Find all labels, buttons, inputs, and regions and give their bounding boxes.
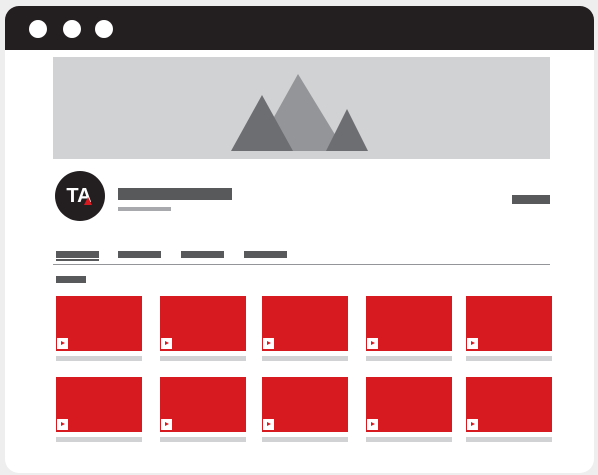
- video-thumbnail[interactable]: [160, 296, 246, 351]
- video-title-placeholder: [56, 437, 142, 442]
- video-title-placeholder: [466, 356, 552, 361]
- tab-playlists[interactable]: [181, 251, 224, 258]
- tab-divider: [53, 264, 550, 265]
- play-icon: [57, 419, 68, 430]
- play-icon: [263, 419, 274, 430]
- tab-videos[interactable]: [118, 251, 161, 258]
- play-icon: [161, 419, 172, 430]
- tab-about[interactable]: [244, 251, 287, 258]
- video-thumbnail[interactable]: [366, 296, 452, 351]
- tab-home[interactable]: [56, 251, 99, 261]
- video-thumbnail[interactable]: [466, 296, 552, 351]
- video-title-placeholder: [160, 356, 246, 361]
- video-title-placeholder: [56, 356, 142, 361]
- video-card[interactable]: [466, 296, 552, 366]
- play-icon: [467, 419, 478, 430]
- browser-window: TA: [5, 6, 594, 473]
- video-thumbnail[interactable]: [262, 377, 348, 432]
- play-icon: [367, 338, 378, 349]
- play-icon: [57, 338, 68, 349]
- window-control-dot[interactable]: [29, 20, 47, 38]
- section-title-placeholder: [56, 276, 86, 283]
- video-title-placeholder: [366, 356, 452, 361]
- video-title-placeholder: [160, 437, 246, 442]
- channel-banner: [53, 57, 550, 159]
- play-icon: [367, 419, 378, 430]
- window-control-dot[interactable]: [95, 20, 113, 38]
- video-card[interactable]: [160, 296, 246, 366]
- video-card[interactable]: [160, 377, 246, 447]
- video-card[interactable]: [56, 296, 142, 366]
- video-card[interactable]: [56, 377, 142, 447]
- video-card[interactable]: [262, 377, 348, 447]
- video-title-placeholder: [366, 437, 452, 442]
- window-control-dot[interactable]: [63, 20, 81, 38]
- video-title-placeholder: [262, 356, 348, 361]
- channel-avatar[interactable]: TA: [55, 171, 105, 221]
- video-card[interactable]: [262, 296, 348, 366]
- subscribe-button[interactable]: [512, 195, 550, 204]
- video-title-placeholder: [262, 437, 348, 442]
- channel-logo: TA: [66, 185, 92, 207]
- video-thumbnail[interactable]: [466, 377, 552, 432]
- video-card[interactable]: [366, 296, 452, 366]
- video-card[interactable]: [366, 377, 452, 447]
- play-icon: [467, 338, 478, 349]
- play-icon: [263, 338, 274, 349]
- video-thumbnail[interactable]: [160, 377, 246, 432]
- mountain-icon: [231, 74, 368, 151]
- title-bar: [5, 6, 594, 50]
- video-card[interactable]: [466, 377, 552, 447]
- video-thumbnail[interactable]: [262, 296, 348, 351]
- video-thumbnail[interactable]: [56, 296, 142, 351]
- video-title-placeholder: [466, 437, 552, 442]
- subscriber-count-placeholder: [118, 207, 171, 211]
- play-icon: [161, 338, 172, 349]
- video-thumbnail[interactable]: [56, 377, 142, 432]
- video-thumbnail[interactable]: [366, 377, 452, 432]
- channel-name-placeholder: [118, 188, 232, 200]
